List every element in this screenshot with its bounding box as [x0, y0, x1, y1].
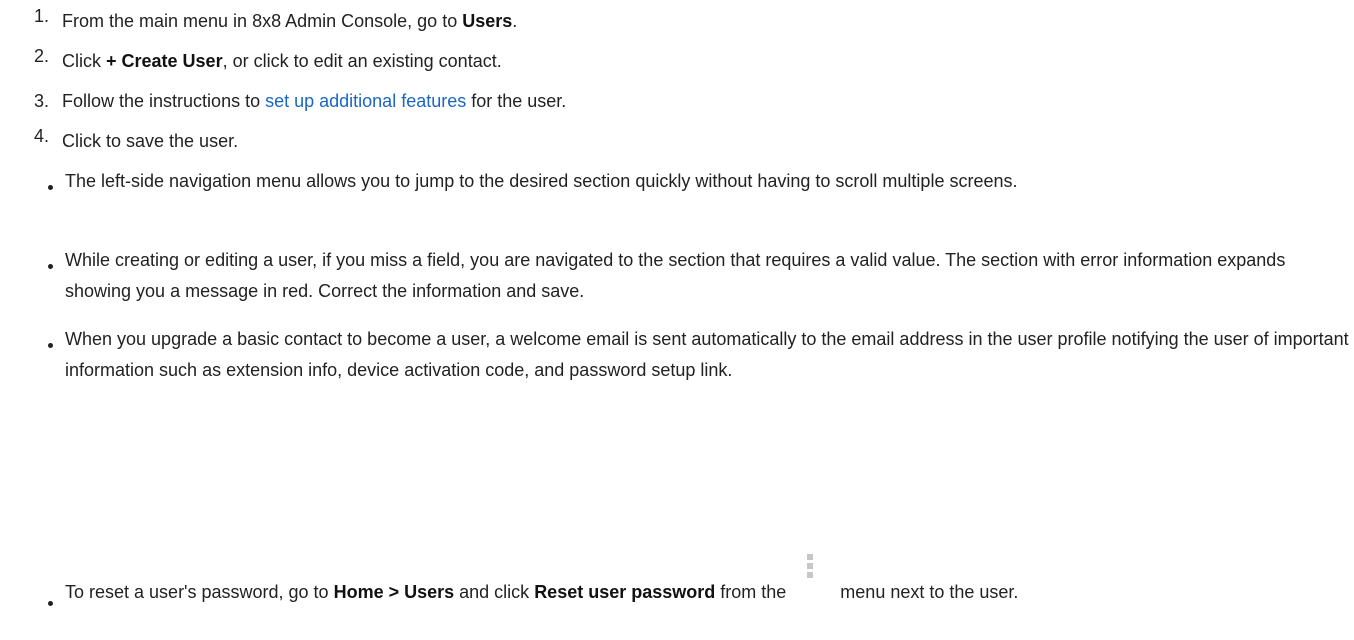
note-text: While creating or editing a user, if you…	[65, 250, 1286, 301]
vertical-ellipsis-icon	[791, 554, 835, 608]
step-number: 3.	[34, 91, 50, 111]
note-item: While creating or editing a user, if you…	[48, 245, 1354, 307]
step-number: 1.	[34, 6, 50, 26]
step-text-end: .	[512, 11, 518, 31]
note-item: To reset a user's password, go to Home >…	[48, 554, 1354, 608]
reset-password-reference: Reset user password	[534, 582, 716, 602]
note-item: The left-side navigation menu allows you…	[48, 166, 1354, 197]
step-text: Click	[62, 51, 106, 71]
note-text: and click	[454, 582, 535, 602]
note-text: The left-side navigation menu allows you…	[65, 171, 1018, 191]
step-1: 1. From the main menu in 8x8 Admin Consol…	[34, 6, 517, 36]
create-user-reference: + Create User	[106, 51, 223, 71]
home-users-reference: Home > Users	[333, 582, 455, 602]
note-text: When you upgrade a basic contact to beco…	[65, 329, 1349, 380]
note-text: To reset a user's password, go to	[65, 582, 334, 602]
step-text-end: for the user.	[466, 91, 567, 111]
note-text: from the	[715, 582, 792, 602]
bullet-icon	[48, 264, 53, 269]
step-text: From the main menu in 8x8 Admin Console,…	[62, 11, 463, 31]
note-text: menu next to the user.	[835, 582, 1019, 602]
step-number: 4.	[34, 126, 50, 146]
step-4: 4. Click to save the user.	[34, 126, 238, 156]
additional-features-link[interactable]: set up additional features	[265, 91, 466, 111]
bullet-icon	[48, 185, 53, 190]
step-text: Follow the instructions to	[62, 91, 266, 111]
bullet-icon	[48, 601, 53, 606]
step-3: 3. Follow the instructions to set up addi…	[34, 86, 566, 116]
note-item: When you upgrade a basic contact to beco…	[48, 324, 1354, 386]
users-menu-reference: Users	[462, 11, 513, 31]
bullet-icon	[48, 343, 53, 348]
step-2: 2. Click + Create User, or click to edit …	[34, 46, 502, 76]
step-text-end: , or click to edit an existing contact.	[222, 51, 502, 71]
step-number: 2.	[34, 46, 50, 66]
step-text: Click to save the user.	[62, 131, 239, 151]
